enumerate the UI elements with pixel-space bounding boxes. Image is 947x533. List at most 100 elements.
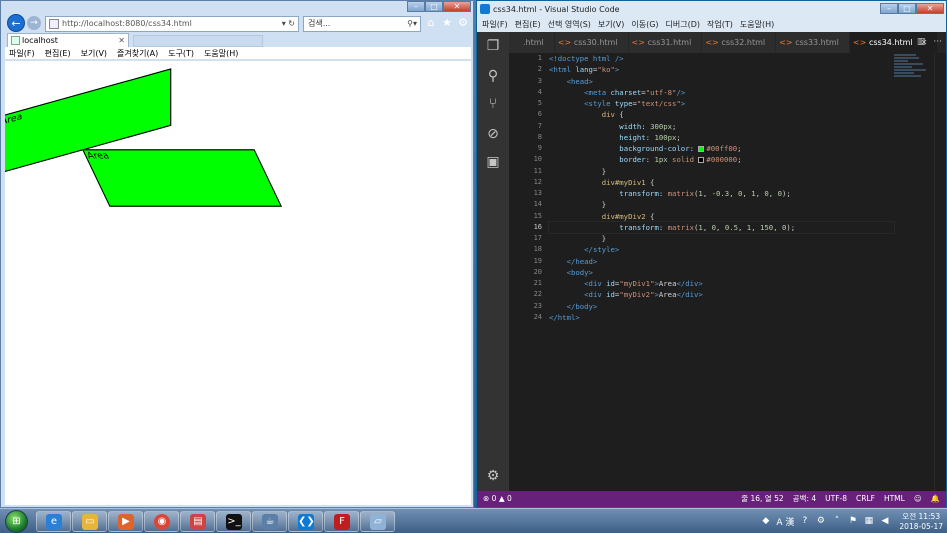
debug-icon[interactable]: ⊘ — [485, 126, 501, 142]
encoding[interactable]: UTF-8 — [825, 491, 847, 507]
address-controls[interactable]: ▾ ↻ — [282, 17, 295, 31]
menu-help[interactable]: 도움말(H) — [204, 47, 238, 59]
tab-css30[interactable]: <> css30.html — [554, 32, 629, 53]
gear-icon[interactable]: ⚙ — [457, 17, 469, 29]
menu-file[interactable]: 파일(F) — [9, 47, 35, 59]
code-line[interactable]: </html> — [549, 312, 894, 323]
editor-scrollbar[interactable] — [934, 53, 946, 491]
menu-favorites[interactable]: 즐겨찾기(A) — [117, 47, 158, 59]
code-line[interactable]: <html lang="ko"> — [549, 64, 894, 75]
refresh-icon[interactable]: ↻ — [288, 19, 295, 28]
tab-file[interactable]: .html — [509, 32, 555, 53]
flag-icon[interactable]: ⚑ — [847, 516, 858, 527]
code-area[interactable]: <!doctype html /> <html lang="ko"> <head>… — [548, 53, 895, 323]
taskbar-ie-button[interactable]: e — [36, 511, 71, 532]
network-icon[interactable]: ▦ — [863, 516, 874, 527]
forward-button[interactable]: → — [27, 16, 41, 30]
taskbar-app2-button[interactable]: ▱ — [360, 511, 395, 532]
back-button[interactable]: ← — [7, 14, 25, 32]
code-line[interactable]: div { — [549, 109, 894, 120]
taskbar-chrome-button[interactable]: ◉ — [144, 511, 179, 532]
problems-status[interactable]: ⊗ 0 ▲ 0 — [483, 491, 512, 507]
volume-icon[interactable]: ◀ — [879, 516, 890, 527]
source-control-icon[interactable]: ⑂ — [485, 96, 501, 112]
color-swatch[interactable] — [698, 157, 705, 164]
clock[interactable]: 오전 11:53 2018-05-17 — [899, 512, 943, 532]
code-line[interactable]: div#myDiv1 { — [549, 177, 894, 188]
code-line[interactable]: border: 1px solid #000000; — [549, 154, 894, 165]
code-line[interactable]: </head> — [549, 256, 894, 267]
notification-bell-icon[interactable]: 🔔 — [931, 491, 940, 507]
extensions-icon[interactable]: ▣ — [485, 154, 501, 170]
code-line[interactable]: transform: matrix(1, 0, 0.5, 1, 150, 0); — [548, 220, 895, 235]
line-ending[interactable]: CRLF — [856, 491, 875, 507]
color-swatch[interactable] — [698, 146, 705, 152]
minimize-button[interactable]: – — [880, 3, 898, 14]
feedback-smiley-icon[interactable]: ☺ — [914, 491, 922, 507]
tab-css32[interactable]: <> css32.html — [702, 32, 777, 53]
code-line[interactable]: <div id="myDiv1">Area</div> — [549, 278, 894, 289]
code-line[interactable]: <meta charset="utf-8"/> — [549, 87, 894, 98]
taskbar-app-button[interactable]: ▤ — [180, 511, 215, 532]
language-icon[interactable]: ◆ — [760, 516, 771, 527]
minimize-button[interactable]: – — [407, 1, 425, 12]
taskbar-explorer-button[interactable]: ▭ — [72, 511, 107, 532]
code-line[interactable]: <style type="text/css"> — [549, 98, 894, 109]
code-line[interactable]: <body> — [549, 267, 894, 278]
show-hidden-icon[interactable]: ˄ — [831, 516, 842, 527]
menu-tools[interactable]: 도구(T) — [168, 47, 194, 59]
address-bar[interactable]: http://localhost:8080/css34.html ▾ ↻ — [45, 16, 299, 32]
new-tab-button[interactable] — [133, 35, 263, 47]
code-editor[interactable]: 1 2 3 4 5 6 7 8 9 10 11 12 13 14 15 16 17 18 19 20 21 22 23 24 … — [509, 53, 946, 491]
explorer-files-icon[interactable]: ❐ — [485, 38, 501, 54]
menu-go[interactable]: 이동(G) — [631, 18, 658, 32]
code-line[interactable]: height: 100px; — [549, 132, 894, 143]
code-line[interactable]: width: 300px; — [549, 121, 894, 132]
code-line[interactable]: } — [549, 166, 894, 177]
menu-selection[interactable]: 선택 영역(S) — [548, 18, 591, 32]
dropdown-icon[interactable]: ▾ — [282, 19, 286, 28]
menu-help[interactable]: 도움말(H) — [740, 18, 774, 32]
taskbar-media-button[interactable]: ▶ — [108, 511, 143, 532]
close-button[interactable]: ✕ — [916, 3, 944, 14]
taskbar-vscode-button[interactable]: ❮❯ — [288, 511, 323, 532]
taskbar-cmd-button[interactable]: >_ — [216, 511, 251, 532]
search-input[interactable]: 검색... ⚲▾ — [303, 16, 421, 32]
search-icon[interactable]: ⚲▾ — [407, 17, 417, 31]
menu-file[interactable]: 파일(F) — [482, 18, 508, 32]
maximize-button[interactable]: □ — [425, 1, 443, 12]
code-line[interactable]: </body> — [549, 301, 894, 312]
code-line[interactable]: <!doctype html /> — [549, 53, 894, 64]
code-line[interactable]: </style> — [549, 244, 894, 255]
menu-edit[interactable]: 편집(E) — [515, 18, 541, 32]
start-button[interactable]: ⊞ — [5, 510, 28, 533]
favorites-star-icon[interactable]: ★ — [441, 17, 453, 29]
close-button[interactable]: ✕ — [443, 1, 471, 12]
cursor-position[interactable]: 줄 16, 열 52 — [741, 491, 783, 507]
home-icon[interactable]: ⌂ — [425, 17, 437, 29]
code-line[interactable]: <div id="myDiv2">Area</div> — [549, 289, 894, 300]
ie-tab-localhost[interactable]: localhost ✕ — [7, 33, 129, 47]
search-icon[interactable]: ⚲ — [485, 68, 501, 84]
taskbar-filezilla-button[interactable]: F — [324, 511, 359, 532]
split-editor-icon[interactable]: ▥ — [917, 32, 926, 53]
maximize-button[interactable]: □ — [898, 3, 916, 14]
menu-view[interactable]: 보기(V) — [598, 18, 624, 32]
minimap[interactable] — [894, 53, 930, 93]
menu-debug[interactable]: 디버그(D) — [666, 18, 700, 32]
settings-icon[interactable]: ⚙ — [815, 516, 826, 527]
language-mode[interactable]: HTML — [884, 491, 905, 507]
gear-icon[interactable]: ⚙ — [485, 468, 501, 484]
help-icon[interactable]: ? — [799, 516, 810, 527]
tab-css33[interactable]: <> css33.html — [776, 32, 850, 53]
code-line[interactable]: background-color: #00ff00; — [549, 143, 894, 154]
tab-css31[interactable]: <> css31.html — [628, 32, 703, 53]
menu-view[interactable]: 보기(V) — [81, 47, 107, 59]
menu-edit[interactable]: 편집(E) — [45, 47, 71, 59]
close-icon[interactable]: ✕ — [118, 34, 125, 47]
more-icon[interactable]: ··· — [933, 32, 942, 53]
menu-tasks[interactable]: 작업(T) — [707, 18, 733, 32]
code-line[interactable]: transform: matrix(1, -0.3, 0, 1, 0, 0); — [549, 188, 894, 199]
code-line[interactable]: } — [549, 199, 894, 210]
indentation[interactable]: 공백: 4 — [793, 491, 816, 507]
